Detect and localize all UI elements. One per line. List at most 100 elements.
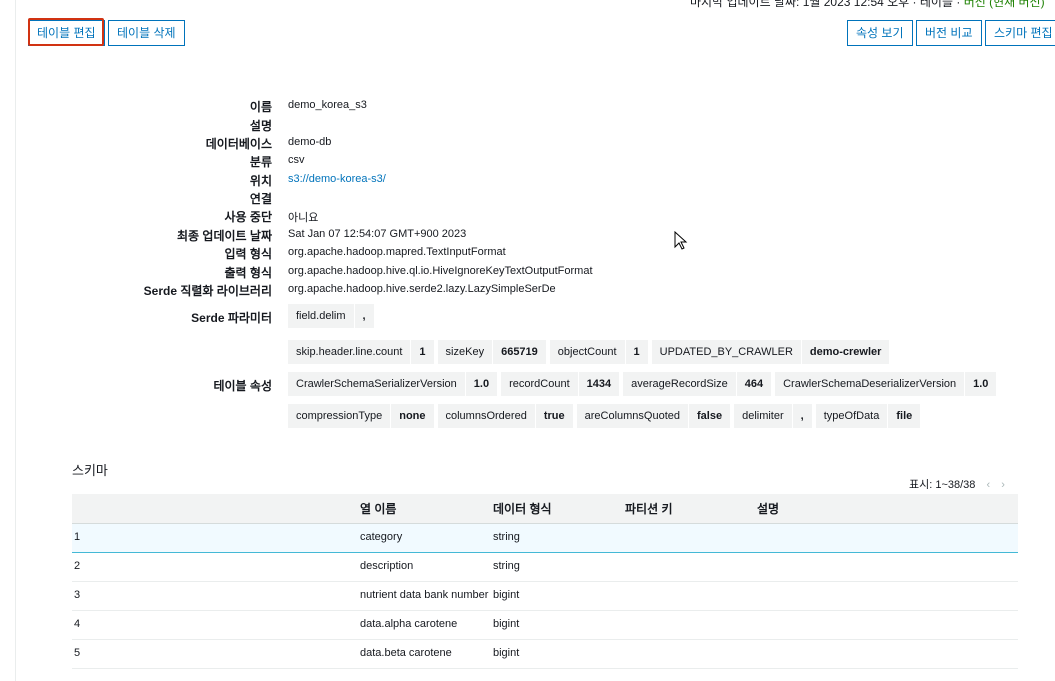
table-props-row-3: compressionType none columnsOrdered true a… xyxy=(288,404,921,428)
prop-value-serde-library: org.apache.hadoop.hive.serde2.lazy.LazyS… xyxy=(288,283,556,295)
prop-label-classification: 분류 xyxy=(249,155,272,169)
prop-label-deprecated: 사용 중단 xyxy=(224,210,273,224)
tag-key: CrawlerSchemaSerializerVersion xyxy=(296,378,457,390)
prop-label-output-format: 출력 형식 xyxy=(224,266,273,280)
row-data-type: bigint xyxy=(491,581,623,611)
prop-value-input-format: org.apache.hadoop.mapred.TextInputFormat xyxy=(288,246,506,258)
table-props-row-2: CrawlerSchemaSerializerVersion 1.0 record… xyxy=(288,372,997,396)
row-description xyxy=(755,581,1018,611)
tag-value: , xyxy=(791,404,812,428)
table-prop-tag: CrawlerSchemaSerializerVersion 1.0 xyxy=(288,372,498,396)
prop-label-connection: 연결 xyxy=(249,192,272,206)
tag-value: 1 xyxy=(410,340,433,364)
version-status-text: 버전 (현재 버전) xyxy=(963,0,1045,9)
prop-value-database: demo-db xyxy=(288,136,332,148)
table-row[interactable]: 4 data.alpha carotene bigint xyxy=(72,610,1018,640)
row-column-name: description xyxy=(358,552,491,582)
tag-key: delimiter xyxy=(742,410,784,422)
tag-key: CrawlerSchemaDeserializerVersion xyxy=(783,378,957,390)
prop-label-input-format: 입력 형식 xyxy=(224,247,273,261)
prop-label-last-updated: 최종 업데이트 날짜 xyxy=(177,229,272,243)
row-partition-key xyxy=(623,610,755,640)
schema-pager: 표시: 1~38/38 ‹ › xyxy=(909,476,1005,492)
prop-label-description: 설명 xyxy=(249,119,272,133)
prev-page-icon[interactable]: ‹ xyxy=(986,479,990,491)
prop-label-location: 위치 xyxy=(249,174,272,188)
tag-key: columnsOrdered xyxy=(445,410,527,422)
tag-key: sizeKey xyxy=(445,346,485,358)
compare-versions-button[interactable]: 버전 비교 xyxy=(916,20,982,46)
tag-key: UPDATED_BY_CRAWLER xyxy=(659,346,793,358)
prop-label-database: 데이터베이스 xyxy=(205,137,272,151)
prop-value-output-format: org.apache.hadoop.hive.ql.io.HiveIgnoreK… xyxy=(288,265,593,277)
row-data-type: bigint xyxy=(491,610,623,640)
serde-param-tag: field.delim , xyxy=(288,304,374,328)
row-data-type: bigint xyxy=(491,639,623,669)
row-partition-key xyxy=(623,522,755,553)
view-properties-button[interactable]: 속성 보기 xyxy=(847,20,913,46)
prop-value-location-link[interactable]: s3://demo-korea-s3/ xyxy=(288,173,386,185)
version-info-text: 마지막 업데이트 날짜: 1월 2023 12:54 오후 · 테이블 · xyxy=(690,0,961,9)
tag-key: typeOfData xyxy=(823,410,880,422)
row-partition-key xyxy=(623,581,755,611)
table-prop-tag: averageRecordSize 464 xyxy=(623,372,772,396)
row-index: 3 xyxy=(72,581,358,611)
serde-params-label: Serde 파라미터 xyxy=(191,311,272,325)
table-row[interactable]: 3 nutrient data bank number bigint xyxy=(72,581,1018,611)
prop-label-name: 이름 xyxy=(249,100,272,114)
prop-value-deprecated: 아니요 xyxy=(288,212,319,224)
header-column-name[interactable]: 열 이름 xyxy=(358,494,491,524)
schema-table: 열 이름 데이터 형식 파티션 키 설명 1 category string 2… xyxy=(72,494,1018,669)
delete-table-button[interactable]: 테이블 삭제 xyxy=(108,20,185,46)
table-prop-tag: columnsOrdered true xyxy=(437,404,573,428)
row-index: 1 xyxy=(72,522,358,553)
version-info-partial: 마지막 업데이트 날짜: 1월 2023 12:54 오후 · 테이블 · 버전… xyxy=(690,0,1045,10)
row-description xyxy=(755,522,1018,553)
row-description xyxy=(755,639,1018,669)
header-partition-key[interactable]: 파티션 키 xyxy=(623,494,755,524)
tag-value: 1.0 xyxy=(964,372,996,396)
table-prop-tag: UPDATED_BY_CRAWLER demo-crewler xyxy=(651,340,890,364)
table-row[interactable]: 1 category string xyxy=(72,522,1018,553)
row-description xyxy=(755,552,1018,582)
tag-value: , xyxy=(353,304,374,328)
table-prop-tag: recordCount 1434 xyxy=(501,372,620,396)
row-data-type: string xyxy=(491,522,623,553)
table-prop-tag: areColumnsQuoted false xyxy=(576,404,731,428)
row-partition-key xyxy=(623,552,755,582)
tag-value: 1 xyxy=(624,340,648,364)
table-prop-tag: typeOfData file xyxy=(815,404,921,428)
edit-table-highlight xyxy=(28,18,104,46)
pager-count: 표시: 1~38/38 xyxy=(909,479,976,491)
tag-key: field.delim xyxy=(296,310,346,322)
tag-value: false xyxy=(688,404,730,428)
tag-key: areColumnsQuoted xyxy=(584,410,680,422)
table-row[interactable]: 2 description string xyxy=(72,552,1018,582)
serde-params-tags: field.delim , xyxy=(288,304,374,328)
table-prop-tag: CrawlerSchemaDeserializerVersion 1.0 xyxy=(775,372,997,396)
row-index: 4 xyxy=(72,610,358,640)
table-row[interactable]: 5 data.beta carotene bigint xyxy=(72,639,1018,669)
tag-key: objectCount xyxy=(557,346,617,358)
row-column-name: data.beta carotene xyxy=(358,639,491,669)
header-description[interactable]: 설명 xyxy=(755,494,1018,524)
row-description xyxy=(755,610,1018,640)
row-data-type: string xyxy=(491,552,623,582)
table-props-label: 테이블 속성 xyxy=(213,379,272,393)
table-prop-tag: objectCount 1 xyxy=(549,340,648,364)
tag-value: 1434 xyxy=(577,372,619,396)
tag-value: 665719 xyxy=(492,340,546,364)
header-data-type[interactable]: 데이터 형식 xyxy=(491,494,623,524)
prop-value-name: demo_korea_s3 xyxy=(288,99,367,111)
tag-value: 1.0 xyxy=(464,372,497,396)
tag-value: demo-crewler xyxy=(800,340,890,364)
header-index xyxy=(72,494,358,524)
table-prop-tag: delimiter, xyxy=(734,404,812,428)
table-prop-tag: skip.header.line.count 1 xyxy=(288,340,434,364)
next-page-icon[interactable]: › xyxy=(1001,479,1005,491)
edit-schema-button[interactable]: 스키마 편집 xyxy=(985,20,1055,46)
tag-key: skip.header.line.count xyxy=(296,346,403,358)
row-index: 5 xyxy=(72,639,358,669)
schema-section-title: 스키마 xyxy=(72,463,108,478)
prop-label-serde-library: Serde 직렬화 라이브러리 xyxy=(143,284,272,298)
